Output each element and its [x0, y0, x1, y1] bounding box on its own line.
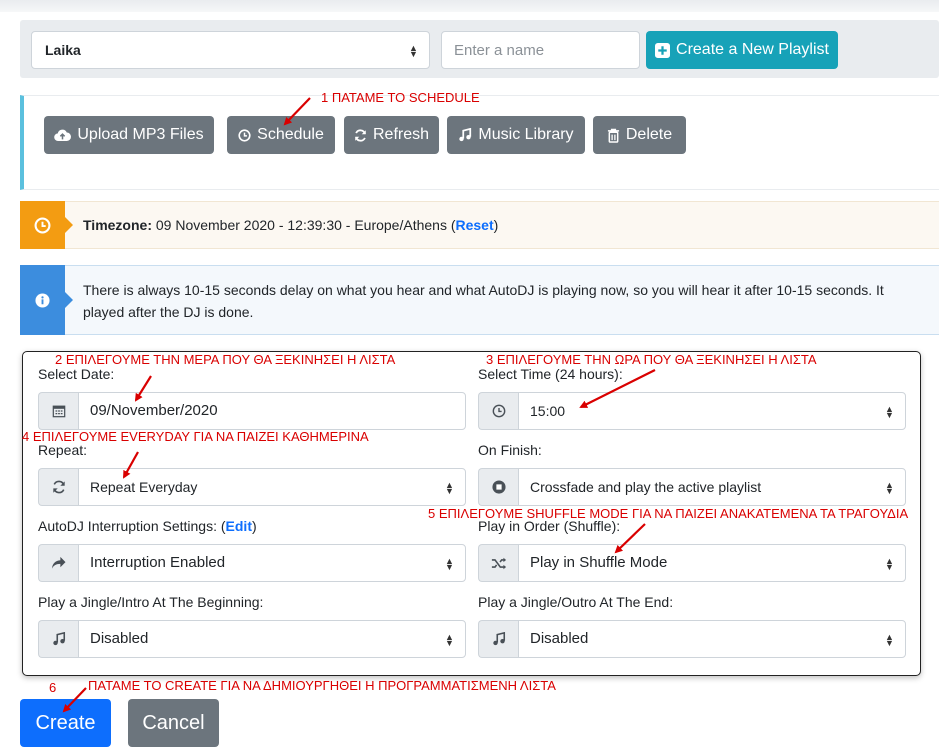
- annotation-arrow-1: [283, 97, 311, 126]
- annotation-arrow-4: [123, 451, 139, 479]
- annotation-arrow-2: [134, 375, 152, 402]
- annotation-arrow-6: [62, 687, 87, 713]
- annotation-arrow-3: [579, 369, 656, 408]
- annotation-arrows: [62, 97, 656, 713]
- annotation-arrow-5: [614, 523, 646, 554]
